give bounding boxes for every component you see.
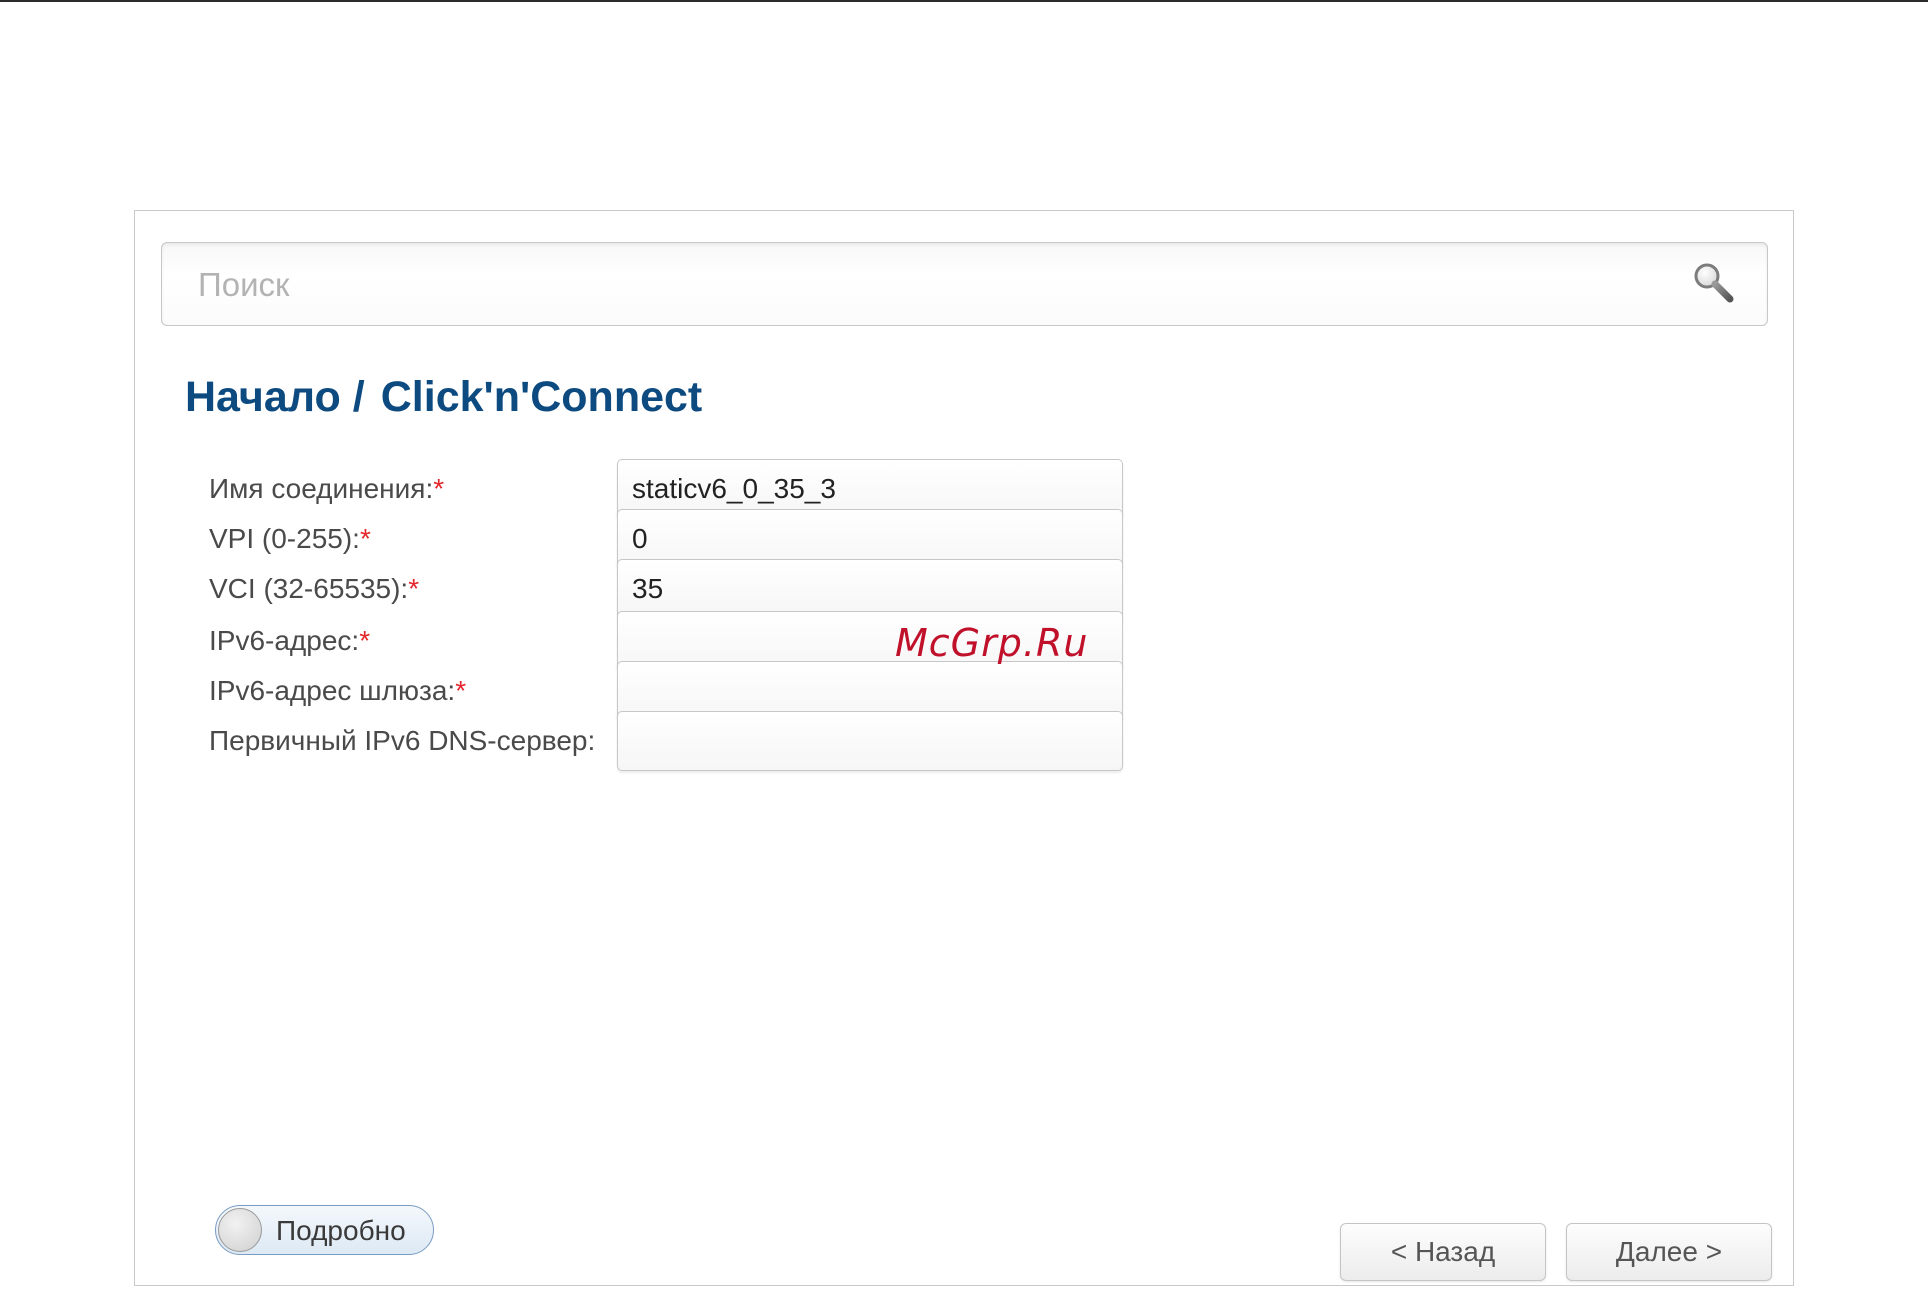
- top-rule: [0, 0, 1928, 2]
- vci-label: VCI (32-65535):*: [209, 573, 420, 604]
- primary-dns-input[interactable]: [617, 711, 1123, 771]
- required-marker: *: [359, 523, 371, 554]
- vpi-label: VPI (0-255):*: [209, 523, 371, 554]
- breadcrumb-separator: /: [352, 373, 365, 421]
- back-button[interactable]: < Назад: [1340, 1223, 1546, 1281]
- page-title: Начало / Click'n'Connect: [185, 373, 702, 422]
- form-row-primary-dns: Первичный IPv6 DNS-сервер:: [209, 711, 1129, 787]
- required-marker: *: [455, 675, 467, 706]
- next-button[interactable]: Далее >: [1566, 1223, 1772, 1281]
- details-toggle[interactable]: Подробно: [215, 1205, 434, 1255]
- ipv6-gateway-label: IPv6-адрес шлюза:*: [209, 675, 467, 706]
- required-marker: *: [433, 473, 445, 504]
- search-icon[interactable]: [1691, 261, 1737, 307]
- primary-dns-label: Первичный IPv6 DNS-сервер:: [209, 725, 596, 756]
- breadcrumb-current: Click'n'Connect: [380, 373, 703, 421]
- wizard-panel: Начало/Click'n'Connect Имя соединения:* …: [134, 210, 1794, 1286]
- required-marker: *: [408, 573, 420, 604]
- toggle-knob[interactable]: [218, 1208, 262, 1252]
- connection-name-label: Имя соединения:*: [209, 473, 445, 504]
- required-marker: *: [359, 625, 371, 656]
- details-toggle-label: Подробно: [276, 1215, 406, 1246]
- search-input[interactable]: [196, 243, 1680, 327]
- search-bar[interactable]: [161, 242, 1768, 327]
- vci-input[interactable]: [617, 559, 1123, 619]
- breadcrumb-home[interactable]: Начало: [185, 373, 341, 421]
- ipv6-address-label: IPv6-адрес:*: [209, 625, 371, 656]
- watermark: McGrp.Ru: [895, 621, 1089, 665]
